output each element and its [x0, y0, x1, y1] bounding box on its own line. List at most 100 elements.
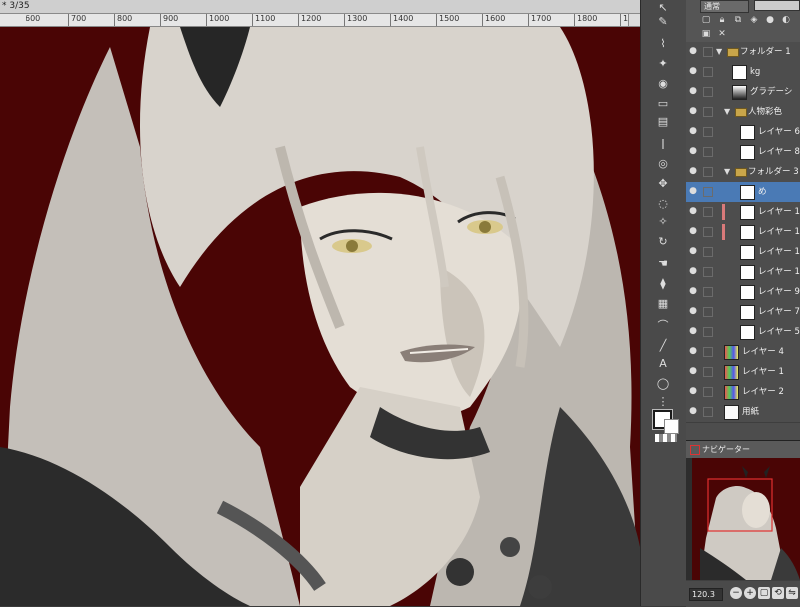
visibility-eye-icon[interactable]: ● [688, 46, 698, 56]
layer-lock-toggle[interactable] [703, 87, 713, 97]
visibility-eye-icon[interactable]: ● [688, 286, 698, 296]
visibility-eye-icon[interactable]: ● [688, 326, 698, 336]
clip-icon[interactable]: ⧉ [732, 14, 744, 26]
layer-lock-toggle[interactable] [703, 347, 713, 357]
visibility-eye-icon[interactable]: ● [688, 306, 698, 316]
layer-row[interactable]: ● レイヤー 4 [686, 342, 800, 363]
color-icon[interactable]: ● [764, 14, 776, 26]
line-icon[interactable]: ╱ [654, 338, 672, 354]
dropper-icon[interactable]: ǀ [654, 136, 672, 152]
layer-lock-toggle[interactable] [703, 367, 713, 377]
eye-tool-icon[interactable]: ◎ [654, 156, 672, 172]
blend-icon[interactable]: ◉ [654, 76, 672, 92]
visibility-eye-icon[interactable]: ● [688, 246, 698, 256]
layer-row[interactable]: ● レイヤー 12 [686, 202, 800, 223]
visibility-eye-icon[interactable]: ● [688, 266, 698, 276]
layer-row[interactable]: ● レイヤー 9 [686, 282, 800, 303]
layer-lock-toggle[interactable] [703, 107, 713, 117]
visibility-eye-icon[interactable]: ● [688, 386, 698, 396]
layer-row[interactable]: ● レイヤー 5 [686, 322, 800, 343]
text-icon[interactable]: A [654, 356, 672, 372]
layer-row[interactable]: ● レイヤー 1 [686, 362, 800, 383]
layer-lock-toggle[interactable] [703, 287, 713, 297]
gradient-icon[interactable]: ▦ [654, 296, 672, 312]
airbrush-icon[interactable]: ✦ [654, 56, 672, 72]
folder-expand-icon[interactable]: ▼ [724, 102, 730, 122]
hand-icon[interactable]: ☚ [654, 256, 672, 272]
zoom-out-icon[interactable]: − [730, 587, 742, 599]
visibility-eye-icon[interactable]: ● [688, 126, 698, 136]
line-correct-icon[interactable]: ⋮ [654, 394, 672, 410]
lasso-icon[interactable]: ◌ [654, 196, 672, 212]
visibility-eye-icon[interactable]: ● [688, 406, 698, 416]
layer-row[interactable]: ● レイヤー 8 [686, 142, 800, 163]
visibility-eye-icon[interactable]: ● [688, 106, 698, 116]
magic-wand-icon[interactable]: ✧ [654, 214, 672, 230]
layer-row[interactable]: ● グラデーシ [686, 82, 800, 103]
new-layer-icon[interactable]: ▢ [700, 14, 712, 26]
folder-expand-icon[interactable]: ▼ [716, 42, 722, 62]
palette-icon[interactable]: ◐ [780, 14, 792, 26]
layer-row[interactable]: ● kg [686, 62, 800, 83]
balloon-icon[interactable]: ◯ [654, 376, 672, 392]
flip-icon[interactable]: ⇋ [786, 587, 798, 599]
visibility-eye-icon[interactable]: ● [688, 186, 698, 196]
folder-expand-icon[interactable]: ▼ [724, 162, 730, 182]
layer-lock-toggle[interactable] [703, 187, 713, 197]
reference-icon[interactable]: ◈ [748, 14, 760, 26]
visibility-eye-icon[interactable]: ● [688, 206, 698, 216]
delete-icon[interactable]: ✕ [716, 28, 728, 40]
fill-icon[interactable]: ⧫ [654, 276, 672, 292]
layer-lock-toggle[interactable] [703, 127, 713, 137]
layer-lock-toggle[interactable] [703, 67, 713, 77]
layer-lock-toggle[interactable] [703, 267, 713, 277]
layer-lock-toggle[interactable] [703, 147, 713, 157]
layer-row[interactable]: ● め [686, 182, 800, 203]
layer-lock-toggle[interactable] [703, 207, 713, 217]
layer-row[interactable]: ● レイヤー 10 [686, 242, 800, 263]
horizontal-ruler[interactable]: 600 700 800 900 1000 1100 1200 1300 1400 1500 1600… [26, 14, 640, 27]
layer-lock-toggle[interactable] [703, 407, 713, 417]
sub-color-swatch[interactable] [664, 419, 679, 434]
pen-icon[interactable]: ✎ [654, 14, 672, 30]
layer-lock-toggle[interactable] [703, 227, 713, 237]
rotate-icon[interactable]: ↻ [654, 234, 672, 250]
rotate-view-icon[interactable]: ⟲ [772, 587, 784, 599]
visibility-eye-icon[interactable]: ● [688, 346, 698, 356]
visibility-eye-icon[interactable]: ● [688, 366, 698, 376]
navigator-preview[interactable] [686, 458, 800, 580]
layer-row[interactable]: ● レイヤー 6 [686, 122, 800, 143]
smudge-icon[interactable]: ▤ [654, 114, 672, 130]
layer-row[interactable]: ● ▼ 人物彩色 [686, 102, 800, 123]
layer-lock-toggle[interactable] [703, 167, 713, 177]
blend-mode-select[interactable]: 通常 [700, 0, 749, 13]
figure-icon[interactable]: ⌒ [654, 318, 672, 334]
canvas-area[interactable]: * 3/35 600 700 800 900 1000 1100 1200 1300 1400 1… [0, 0, 640, 606]
canvas-artwork[interactable] [0, 27, 640, 606]
layer-lock-toggle[interactable] [703, 387, 713, 397]
layer-row[interactable]: ● レイヤー 14 [686, 222, 800, 243]
layer-row[interactable]: ● ▼ フォルダー 1 [686, 42, 800, 63]
layer-row[interactable]: ● レイヤー 2 [686, 382, 800, 403]
document-tab[interactable]: * 3/35 [0, 0, 640, 14]
zoom-in-icon[interactable]: + [744, 587, 756, 599]
layer-row[interactable]: ● レイヤー 7 [686, 302, 800, 323]
visibility-eye-icon[interactable]: ● [688, 146, 698, 156]
visibility-eye-icon[interactable]: ● [688, 66, 698, 76]
layer-lock-toggle[interactable] [703, 327, 713, 337]
fit-icon[interactable]: ▢ [758, 587, 770, 599]
navigator-tab[interactable]: ナビゲーター [686, 441, 800, 459]
operation-icon[interactable]: ✥ [654, 176, 672, 192]
transparent-color-swatch[interactable] [655, 434, 677, 442]
visibility-eye-icon[interactable]: ● [688, 226, 698, 236]
opacity-slider[interactable] [754, 0, 800, 11]
layer-row[interactable]: ● 用紙 [686, 402, 800, 423]
layer-lock-toggle[interactable] [703, 307, 713, 317]
eraser-icon[interactable]: ▭ [654, 96, 672, 112]
mask-icon[interactable]: ▣ [700, 28, 712, 40]
brush-icon[interactable]: ⌇ [654, 36, 672, 52]
layer-row[interactable]: ● レイヤー 11 [686, 262, 800, 283]
visibility-eye-icon[interactable]: ● [688, 86, 698, 96]
zoom-field[interactable]: 120.3 [689, 588, 723, 601]
layer-lock-toggle[interactable] [703, 247, 713, 257]
